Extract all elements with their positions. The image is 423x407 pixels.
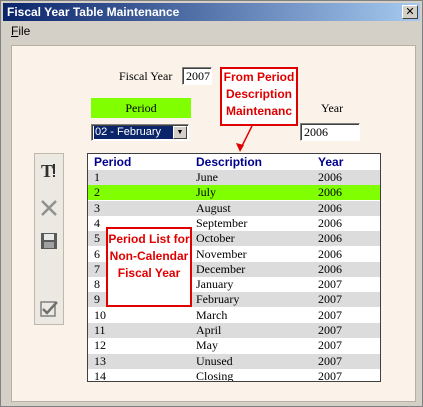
cell-period: 6 [94,246,100,261]
form-area: Fiscal Year 2007 Period 02 - February ▼ … [11,45,416,402]
save-icon [41,233,57,249]
cell-period: 12 [94,338,106,353]
cell-description: January [196,277,234,292]
cell-description: May [196,338,218,353]
title-bar[interactable]: Fiscal Year Table Maintenance ✕ [3,3,420,21]
delete-icon [41,200,57,216]
cell-period: 2 [94,185,100,200]
cell-description: July [196,185,217,200]
table-row[interactable]: 13 Unused 2007 [88,353,380,369]
grid-header: Period Description Year [88,154,380,170]
cell-year: 2006 [318,170,342,184]
cell-period: 5 [94,231,100,246]
cell-description: April [196,323,222,337]
table-row[interactable]: 2 July 2006 [88,185,380,201]
side-toolbar: T [34,153,64,325]
cell-period: 7 [94,261,100,276]
save-button[interactable] [37,229,61,253]
table-row[interactable]: 14 Closing 2007 [88,368,380,382]
year-label: Year [321,101,344,115]
callout-period-description: From Period Description Maintenanc [220,67,298,126]
cell-description: June [196,170,218,184]
cell-year: 2007 [318,323,342,337]
table-row[interactable]: 12 May 2007 [88,338,380,354]
window-title: Fiscal Year Table Maintenance [7,5,180,19]
svg-text:T: T [41,161,53,180]
cell-description: Unused [196,353,233,368]
year-field[interactable]: 2006 [300,123,360,141]
confirm-button[interactable] [37,297,61,321]
delete-button[interactable] [37,196,61,220]
fiscal-year-field[interactable]: 2007 [182,67,212,85]
cell-year: 2006 [318,185,342,200]
cell-description: Closing [196,368,234,382]
cell-period: 10 [94,307,106,322]
cell-year: 2007 [318,368,342,382]
close-icon: ✕ [405,5,415,18]
cell-description: March [196,307,228,322]
cell-year: 2007 [318,277,342,292]
cell-period: 14 [94,368,106,382]
period-select-value: 02 - February [94,126,173,139]
table-row[interactable]: 1 June 2006 [88,170,380,185]
cell-year: 2006 [318,231,342,246]
main-window: Fiscal Year Table Maintenance ✕ File Fis… [0,0,423,407]
cell-period: 13 [94,353,106,368]
cell-period: 3 [94,200,100,215]
cell-description: February [196,292,240,307]
cell-year: 2007 [318,292,342,307]
cell-year: 2006 [318,200,342,215]
period-header: Period [91,98,191,118]
cell-year: 2006 [318,215,342,230]
cell-year: 2006 [318,246,342,261]
fiscal-year-label: Fiscal Year [119,69,173,83]
cell-description: November [196,246,247,261]
cell-period: 4 [94,215,100,230]
edit-button[interactable]: T [37,158,61,182]
cell-period: 11 [94,323,106,337]
col-header-period[interactable]: Period [94,154,131,170]
check-icon [40,301,58,317]
cell-period: 1 [94,170,100,184]
cell-period: 9 [94,292,100,307]
cell-description: December [196,261,246,276]
chevron-down-icon[interactable]: ▼ [173,126,187,139]
cell-year: 2007 [318,338,342,353]
cell-year: 2007 [318,353,342,368]
period-select[interactable]: 02 - February ▼ [91,124,189,141]
cell-description: August [196,200,231,215]
col-header-year[interactable]: Year [318,154,343,170]
cell-description: September [196,215,248,230]
callout-period-list: Period List for Non-Calendar Fiscal Year [106,227,192,307]
table-row[interactable]: 11 April 2007 [88,323,380,338]
menu-file[interactable]: File [11,24,30,38]
table-row[interactable]: 3 August 2006 [88,200,380,216]
edit-icon: T [41,161,55,180]
cell-description: October [196,231,235,246]
menu-bar: File [3,22,420,40]
cell-year: 2007 [318,307,342,322]
close-button[interactable]: ✕ [402,5,418,19]
cell-period: 8 [94,277,100,292]
table-row[interactable]: 10 March 2007 [88,307,380,323]
cell-year: 2006 [318,261,342,276]
col-header-description[interactable]: Description [196,154,262,170]
